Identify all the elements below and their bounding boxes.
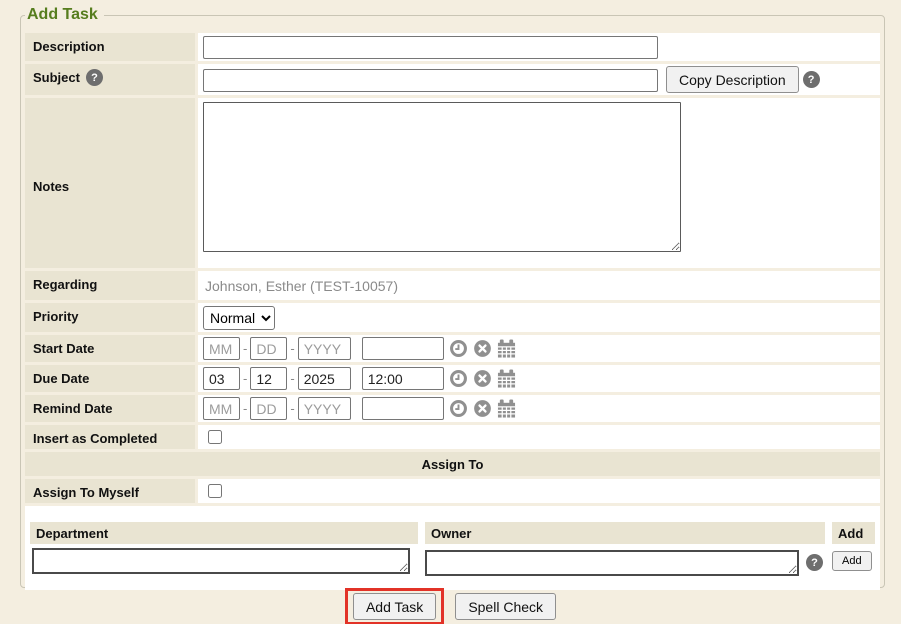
assign-table: Department Owner Add ? Add <box>30 522 875 577</box>
date-separator: - <box>243 341 247 356</box>
remind-date-clear-icon[interactable] <box>473 399 492 418</box>
date-separator: - <box>290 401 294 416</box>
priority-select[interactable]: Normal <box>203 306 275 330</box>
remind-date-calendar-icon[interactable] <box>497 399 516 418</box>
due-date-year-input[interactable] <box>298 367 351 390</box>
date-separator: - <box>290 341 294 356</box>
remind-date-day-input[interactable] <box>250 397 287 420</box>
regarding-value: Johnson, Esther (TEST-10057) <box>203 278 398 294</box>
owner-cell: ? <box>425 548 825 577</box>
remind-date-clock-icon[interactable] <box>449 399 468 418</box>
subject-label-cell: Subject ? <box>25 64 195 95</box>
due-date-month-input[interactable] <box>203 367 240 390</box>
assign-table-block: Department Owner Add ? Add <box>25 506 880 590</box>
owner-input[interactable] <box>425 550 799 576</box>
due-date-time-input[interactable] <box>362 367 444 390</box>
add-task-button-highlight: Add Task <box>345 588 444 624</box>
priority-label: Priority <box>25 303 195 332</box>
assign-to-myself-cell <box>198 479 880 503</box>
add-task-form: Description Subject ? Copy Description ?… <box>25 33 880 590</box>
insert-as-completed-label: Insert as Completed <box>25 425 195 449</box>
copy-description-help-icon[interactable]: ? <box>803 71 820 88</box>
footer-button-bar: Add Task Spell Check <box>0 588 901 624</box>
department-input[interactable] <box>32 548 410 574</box>
due-date-clear-icon[interactable] <box>473 369 492 388</box>
department-cell <box>30 548 418 577</box>
due-date-calendar-icon[interactable] <box>497 369 516 388</box>
insert-as-completed-checkbox[interactable] <box>208 430 222 444</box>
regarding-label: Regarding <box>25 271 195 300</box>
start-date-time-input[interactable] <box>362 337 444 360</box>
description-cell <box>198 33 880 61</box>
remind-date-time-input[interactable] <box>362 397 444 420</box>
start-date-day-input[interactable] <box>250 337 287 360</box>
start-date-clock-icon[interactable] <box>449 339 468 358</box>
remind-date-year-input[interactable] <box>298 397 351 420</box>
priority-cell: Normal <box>198 303 880 332</box>
start-date-month-input[interactable] <box>203 337 240 360</box>
owner-column-header: Owner <box>425 522 825 544</box>
notes-textarea[interactable] <box>203 102 681 252</box>
start-date-calendar-icon[interactable] <box>497 339 516 358</box>
due-date-clock-icon[interactable] <box>449 369 468 388</box>
assign-to-myself-label: Assign To Myself <box>25 479 195 503</box>
owner-help-icon[interactable]: ? <box>806 554 823 571</box>
add-task-panel: Add Task Description Subject ? Copy Desc… <box>20 6 885 588</box>
remind-date-cell: - - <box>198 395 880 422</box>
copy-description-button[interactable]: Copy Description <box>666 66 799 93</box>
department-column-header: Department <box>30 522 418 544</box>
notes-label: Notes <box>25 98 195 268</box>
due-date-label: Due Date <box>25 365 195 392</box>
assign-to-myself-checkbox[interactable] <box>208 484 222 498</box>
remind-date-month-input[interactable] <box>203 397 240 420</box>
notes-cell <box>198 98 880 268</box>
subject-cell: Copy Description ? <box>198 64 880 95</box>
add-assignment-button[interactable]: Add <box>832 551 872 571</box>
due-date-cell: - - <box>198 365 880 392</box>
due-date-day-input[interactable] <box>250 367 287 390</box>
insert-as-completed-cell <box>198 425 880 449</box>
page-title: Add Task <box>25 6 104 24</box>
date-separator: - <box>290 371 294 386</box>
start-date-cell: - - <box>198 335 880 362</box>
description-input[interactable] <box>203 36 658 59</box>
subject-help-icon[interactable]: ? <box>86 69 103 86</box>
add-column-header: Add <box>832 522 875 544</box>
start-date-label: Start Date <box>25 335 195 362</box>
add-task-button[interactable]: Add Task <box>353 593 436 620</box>
subject-input[interactable] <box>203 69 658 92</box>
start-date-year-input[interactable] <box>298 337 351 360</box>
add-cell: Add <box>832 548 875 577</box>
spell-check-button[interactable]: Spell Check <box>455 593 556 620</box>
description-label: Description <box>25 33 195 61</box>
remind-date-label: Remind Date <box>25 395 195 422</box>
regarding-cell: Johnson, Esther (TEST-10057) <box>198 271 880 300</box>
subject-label: Subject <box>33 70 80 85</box>
date-separator: - <box>243 371 247 386</box>
date-separator: - <box>243 401 247 416</box>
assign-to-section-header: Assign To <box>25 452 880 476</box>
start-date-clear-icon[interactable] <box>473 339 492 358</box>
